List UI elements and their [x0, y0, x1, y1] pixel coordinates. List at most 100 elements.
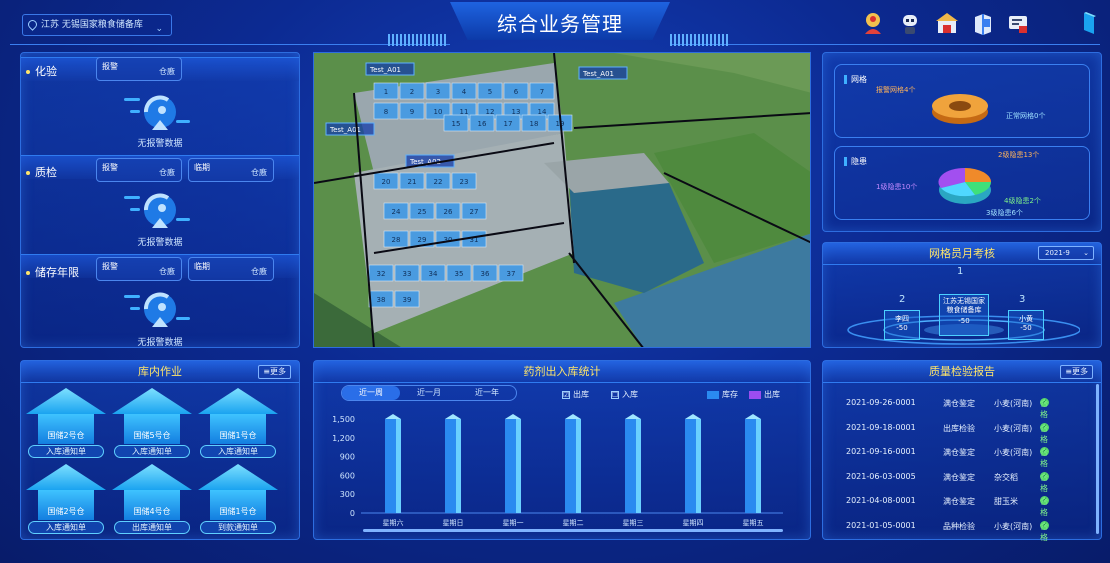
map-building-label: 18 [530, 120, 539, 128]
no-alarm-text: 无报警数据 [137, 238, 183, 248]
tab-month[interactable]: 近一月 [400, 386, 458, 400]
y-tick-label: 600 [340, 471, 355, 480]
warehouse-ops-title: 库内作业 [21, 361, 299, 383]
report-title: 质量检验报告 [823, 361, 1101, 383]
depot-map[interactable]: Test_A01 Test_A01 Test_A01 Test_A02 1 2 3 4 5 6 7 8… [313, 52, 811, 348]
checkbox-inbound-box[interactable]: ☐ [611, 390, 619, 399]
map-building-label: 1 [384, 88, 388, 96]
checkbox-outbound[interactable]: ☑ 出库 [562, 389, 589, 400]
no-alarm-icon [124, 287, 190, 331]
map-building-label: 24 [392, 208, 401, 216]
map-marker[interactable]: Test_A01 [578, 66, 628, 80]
map-building-label: 5 [488, 88, 492, 96]
tab-year[interactable]: 近一年 [458, 386, 516, 400]
y-tick-label: 1,500 [332, 415, 355, 424]
tab-week[interactable]: 近一周 [342, 386, 400, 400]
location-pin-icon [26, 18, 39, 31]
dashboard-root: 江苏 无锡国家粮食储备库 ⌄ 综合业务管理 化验 报警 仓廒 无报警数据 质检 报… [0, 0, 1110, 563]
map-building-label: 17 [504, 120, 513, 128]
report-row[interactable]: 2021-09-26-0001 满仓鉴定 小麦(河南) ✓ 合格 [836, 398, 1086, 419]
chart-scrollbar[interactable] [363, 529, 783, 532]
map-building-label: 22 [434, 178, 443, 186]
map-marker-label: Test_A01 [582, 70, 614, 78]
bar-stock-cap [385, 414, 401, 419]
map-building-label: 20 [382, 178, 391, 186]
x-tick-label: 星期六 [383, 518, 404, 527]
risk-ann-l3: 3级隐患6个 [986, 209, 1023, 217]
warehouse-roof-icon [26, 464, 106, 490]
warehouse-notice-button[interactable]: 入库通知单 [28, 521, 104, 534]
document-icon[interactable] [1005, 10, 1031, 36]
depot-map-svg: Test_A01 Test_A01Test_A01Test_A021 2 3 4 5 6 78… [314, 53, 810, 347]
map-building-label: 32 [377, 270, 386, 278]
book-icon[interactable] [970, 10, 996, 36]
report-row[interactable]: 2021-04-08-0001 满仓鉴定 甜玉米 ✓ 合格 [836, 496, 1086, 517]
warehouse-notice-button[interactable]: 入库通知单 [200, 445, 276, 458]
warehouse-card[interactable]: 国储5号仓 [112, 388, 192, 452]
report-row[interactable]: 2021-01-05-0001 品种检验 小麦(河南) ✓ 合格 [836, 520, 1086, 542]
police-badge-icon[interactable] [860, 10, 886, 36]
y-tick-label: 0 [350, 509, 355, 518]
risk-pie-chart [938, 167, 992, 204]
warehouse-notice-button[interactable]: 出库通知单 [114, 521, 190, 534]
tag-qc-alarm[interactable]: 报警 仓廒 [96, 158, 182, 182]
tag-qc-expiry[interactable]: 临期 仓廒 [188, 158, 274, 182]
no-alarm-icon [124, 188, 190, 232]
warehouse-card[interactable]: 国储1号仓 [198, 464, 278, 528]
phone-icon[interactable] [1076, 10, 1102, 36]
map-building-label: 15 [452, 120, 461, 128]
map-building-label: 38 [377, 296, 386, 304]
robot-icon[interactable] [897, 10, 923, 36]
eval-right-rank: 3 [1019, 294, 1026, 305]
grid-ring-chart [932, 94, 988, 124]
warehouse-card[interactable]: 国储1号仓 [198, 388, 278, 452]
x-tick-label: 星期五 [743, 519, 764, 527]
tag-lab-alarm[interactable]: 报警 仓廒 [96, 57, 182, 81]
checkbox-outbound-box[interactable]: ☑ [562, 390, 570, 399]
map-building-label: 26 [444, 208, 453, 216]
map-marker[interactable]: Test_A01 [325, 122, 375, 136]
bar-stock-cap [565, 414, 581, 419]
section-label-lab: 化验 [26, 63, 57, 79]
report-grain: 小麦(河南) [994, 448, 1033, 457]
warehouse-notice-button[interactable]: 入库通知单 [114, 445, 190, 458]
checkbox-inbound[interactable]: ☐ 入库 [611, 389, 638, 400]
report-row[interactable]: 2021-06-03-0005 满仓鉴定 杂交稻 ✓ 合格 [836, 471, 1086, 493]
warehouse-name: 国储1号仓 [219, 431, 257, 440]
warehouse-card[interactable]: 国储2号仓 [26, 388, 106, 452]
warehouse-card[interactable]: 国储2号仓 [26, 464, 106, 528]
tag-storage-expiry[interactable]: 临期 仓廒 [188, 257, 274, 281]
bar-stock-highlight [576, 419, 581, 513]
warehouse-card[interactable]: 国储4号仓 [112, 464, 192, 528]
eval-left-rank: 2 [899, 294, 906, 305]
location-label: 江苏 无锡国家粮食储备库 [41, 20, 143, 30]
report-grain: 杂交稻 [994, 472, 1018, 482]
map-building-label: 3 [436, 88, 440, 96]
report-grain: 甜玉米 [994, 497, 1018, 506]
warehouse-notice-button[interactable]: 入库通知单 [28, 445, 104, 458]
report-row[interactable]: 2021-09-16-0001 满仓鉴定 小麦(河南) ✓ 合格 [836, 447, 1086, 468]
period-tabs: 近一周 近一月 近一年 [341, 385, 517, 401]
bar-stock-cap [445, 414, 461, 419]
x-tick-label: 星期四 [683, 519, 704, 527]
report-row[interactable]: 2021-09-18-0001 出库检验 小麦(河南) ✓ 合格 [836, 422, 1086, 444]
warehouse-name: 国储4号仓 [133, 507, 171, 516]
month-select[interactable]: 2021-9 ⌄ [1038, 246, 1094, 260]
warehouse-ops-more-button[interactable]: ≡更多 [258, 365, 291, 379]
map-marker[interactable]: Test_A01 [365, 62, 415, 76]
x-tick-label: 星期三 [623, 519, 644, 527]
y-tick-label: 1,200 [332, 434, 355, 443]
y-tick-label: 300 [340, 490, 355, 499]
report-scrollbar[interactable] [1096, 384, 1099, 534]
report-type: 满仓鉴定 [943, 497, 975, 506]
bar-stock-highlight [456, 419, 461, 513]
warehouse-name: 国储2号仓 [47, 507, 85, 516]
warehouse-notice-button[interactable]: 到款通知单 [200, 521, 276, 534]
map-building-label: 39 [403, 296, 412, 304]
warehouse-icon[interactable] [934, 10, 960, 36]
report-more-button[interactable]: ≡更多 [1060, 365, 1093, 379]
report-id: 2021-01-05-0001 [846, 520, 916, 530]
map-marker-label: Test_A01 [369, 66, 401, 74]
tag-storage-alarm[interactable]: 报警 仓廒 [96, 257, 182, 281]
location-select[interactable]: 江苏 无锡国家粮食储备库 ⌄ [22, 14, 172, 36]
